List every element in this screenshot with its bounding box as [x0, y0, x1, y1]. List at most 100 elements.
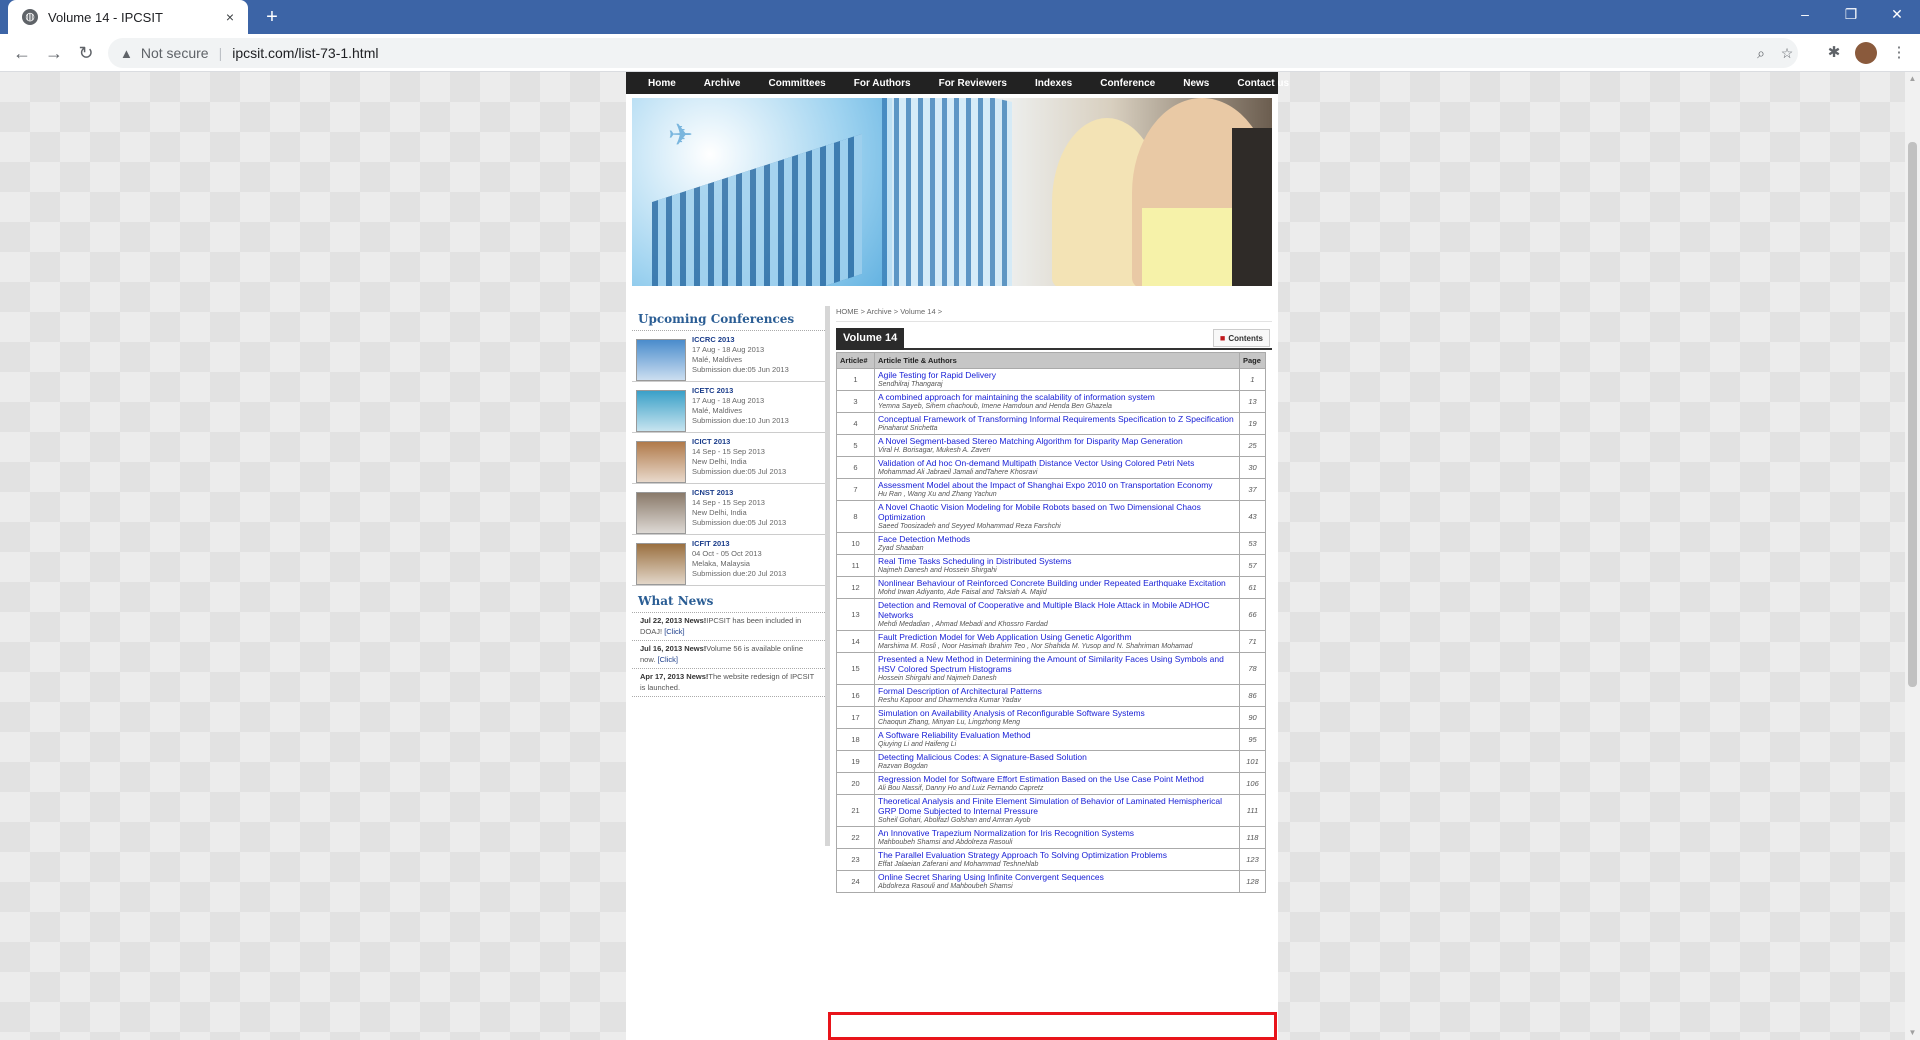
scroll-down-icon[interactable]: ▼: [1905, 1026, 1920, 1040]
article-title-link[interactable]: An Innovative Trapezium Normalization fo…: [878, 828, 1236, 838]
close-window-button[interactable]: ✕: [1874, 0, 1920, 30]
conference-dates: 17 Aug - 18 Aug 2013: [692, 396, 765, 405]
article-authors: Pinaharut Srichetta: [878, 425, 938, 432]
article-title-link[interactable]: Conceptual Framework of Transforming Inf…: [878, 414, 1236, 424]
table-row: 24 Online Secret Sharing Using Infinite C…: [836, 870, 1266, 893]
article-title-link[interactable]: Online Secret Sharing Using Infinite Con…: [878, 872, 1236, 882]
article-cell: Regression Model for Software Effort Est…: [874, 772, 1240, 795]
article-title-link[interactable]: Nonlinear Behaviour of Reinforced Concre…: [878, 578, 1236, 588]
article-cell: An Innovative Trapezium Normalization fo…: [874, 826, 1240, 849]
conference-thumbnail[interactable]: [636, 441, 686, 483]
article-title-link[interactable]: Detection and Removal of Cooperative and…: [878, 600, 1236, 620]
conference-thumbnail[interactable]: [636, 492, 686, 534]
news-item: Apr 17, 2013 News!The website redesign o…: [632, 669, 825, 697]
scroll-up-icon[interactable]: ▲: [1905, 72, 1920, 86]
article-page: 37: [1239, 478, 1266, 501]
article-authors: Mohd Irwan Adiyanto, Ade Faisal and Taks…: [878, 589, 1047, 596]
conference-name[interactable]: ICCRC 2013: [692, 335, 789, 345]
nav-contact-us[interactable]: Contact us: [1223, 78, 1303, 89]
nav-for-authors[interactable]: For Authors: [840, 78, 925, 89]
news-date: Jul 16, 2013 News!: [640, 644, 707, 653]
extensions-icon[interactable]: ✱: [1823, 42, 1845, 64]
article-title-link[interactable]: Simulation on Availability Analysis of R…: [878, 708, 1236, 718]
article-title-link[interactable]: Presented a New Method in Determining th…: [878, 654, 1236, 674]
article-num: 23: [836, 848, 875, 871]
article-authors: Mohammad Ali Jabraeil Jamali andTahere K…: [878, 469, 1038, 476]
article-cell: Agile Testing for Rapid Delivery Sendhilr…: [874, 368, 1240, 391]
browser-tab[interactable]: ◍ Volume 14 - IPCSIT ×: [8, 0, 248, 34]
address-bar[interactable]: ▲ Not secure | ipcsit.com/list-73-1.html…: [108, 38, 1798, 68]
article-title-link[interactable]: A Novel Segment-based Stereo Matching Al…: [878, 436, 1236, 446]
article-authors: Ali Bou Nassif, Danny Ho and Luiz Fernan…: [878, 785, 1044, 792]
article-title-link[interactable]: Real Time Tasks Scheduling in Distribute…: [878, 556, 1236, 566]
conference-name[interactable]: ICFIT 2013: [692, 539, 786, 549]
article-title-link[interactable]: Regression Model for Software Effort Est…: [878, 774, 1236, 784]
new-tab-button[interactable]: +: [258, 4, 286, 32]
reload-icon[interactable]: ↻: [72, 39, 100, 67]
contents-button[interactable]: ■ Contents: [1212, 329, 1270, 347]
table-row: 11 Real Time Tasks Scheduling in Distribu…: [836, 554, 1266, 577]
menu-icon[interactable]: ⋮: [1888, 42, 1910, 64]
close-tab-icon[interactable]: ×: [222, 9, 238, 25]
article-title-link[interactable]: Agile Testing for Rapid Delivery: [878, 370, 1236, 380]
conference-name[interactable]: ICICT 2013: [692, 437, 786, 447]
article-title-link[interactable]: The Parallel Evaluation Strategy Approac…: [878, 850, 1236, 860]
nav-archive[interactable]: Archive: [690, 78, 755, 89]
table-header-row: Article# Article Title & Authors Page: [836, 352, 1266, 369]
conference-location: Malé, Maldives: [692, 355, 743, 364]
article-num: 11: [836, 554, 875, 577]
article-title-link[interactable]: Formal Description of Architectural Patt…: [878, 686, 1236, 696]
article-title-link[interactable]: Assessment Model about the Impact of Sha…: [878, 480, 1236, 490]
zoom-icon[interactable]: ⌕: [1752, 44, 1770, 62]
news-click-link[interactable]: [Click]: [658, 655, 678, 664]
scrollbar-thumb[interactable]: [1908, 142, 1917, 687]
article-page: 66: [1239, 598, 1266, 631]
nav-conference[interactable]: Conference: [1086, 78, 1169, 89]
nav-for-reviewers[interactable]: For Reviewers: [925, 78, 1021, 89]
banner-building: [882, 98, 1012, 286]
news-click-link[interactable]: [Click]: [664, 627, 684, 636]
vertical-scrollbar[interactable]: ▲ ▼: [1905, 72, 1920, 1040]
nav-news[interactable]: News: [1169, 78, 1223, 89]
separator: |: [218, 45, 223, 61]
minimize-button[interactable]: –: [1782, 0, 1828, 30]
conference-thumbnail[interactable]: [636, 339, 686, 381]
nav-committees[interactable]: Committees: [754, 78, 839, 89]
article-authors: Soheil Gohari, Abolfazl Golshan and Amra…: [878, 817, 1031, 824]
conference-thumbnail[interactable]: [636, 390, 686, 432]
upcoming-conferences-title: Upcoming Conferences: [632, 306, 825, 331]
conference-name[interactable]: ICETC 2013: [692, 386, 789, 396]
conference-thumbnail[interactable]: [636, 543, 686, 585]
article-title-link[interactable]: Detecting Malicious Codes: A Signature-B…: [878, 752, 1236, 762]
nav-indexes[interactable]: Indexes: [1021, 78, 1086, 89]
conference-name[interactable]: ICNST 2013: [692, 488, 786, 498]
avatar[interactable]: [1855, 42, 1877, 64]
article-title-link[interactable]: A Software Reliability Evaluation Method: [878, 730, 1236, 740]
conference-info: ICICT 2013 14 Sep - 15 Sep 2013 New Delhi,…: [692, 437, 786, 479]
back-icon[interactable]: ←: [8, 39, 36, 67]
article-num: 10: [836, 532, 875, 555]
conference-item[interactable]: ICICT 2013 14 Sep - 15 Sep 2013 New Delhi,…: [632, 433, 825, 484]
article-page: 30: [1239, 456, 1266, 479]
forward-icon[interactable]: →: [40, 39, 68, 67]
article-title-link[interactable]: A combined approach for maintaining the …: [878, 392, 1236, 402]
table-row: 19 Detecting Malicious Codes: A Signature…: [836, 750, 1266, 773]
article-title-link[interactable]: Validation of Ad hoc On-demand Multipath…: [878, 458, 1236, 468]
article-num: 5: [836, 434, 875, 457]
article-title-link[interactable]: Face Detection Methods: [878, 534, 1236, 544]
table-row: 14 Fault Prediction Model for Web Applica…: [836, 630, 1266, 653]
article-title-link[interactable]: A Novel Chaotic Vision Modeling for Mobi…: [878, 502, 1236, 522]
conference-item[interactable]: ICCRC 2013 17 Aug - 18 Aug 2013 Malé, Mald…: [632, 331, 825, 382]
article-page: 106: [1239, 772, 1266, 795]
maximize-button[interactable]: ❐: [1828, 0, 1874, 30]
conference-item[interactable]: ICNST 2013 14 Sep - 15 Sep 2013 New Delhi,…: [632, 484, 825, 535]
article-title-link[interactable]: Theoretical Analysis and Finite Element …: [878, 796, 1236, 816]
star-icon[interactable]: ☆: [1778, 44, 1796, 62]
article-title-link[interactable]: Fault Prediction Model for Web Applicati…: [878, 632, 1236, 642]
article-authors: Zyad Shaaban: [878, 545, 924, 552]
table-row: 10 Face Detection Methods Zyad Shaaban 53: [836, 532, 1266, 555]
conference-item[interactable]: ICETC 2013 17 Aug - 18 Aug 2013 Malé, Mald…: [632, 382, 825, 433]
nav-home[interactable]: Home: [634, 78, 690, 89]
conference-item[interactable]: ICFIT 2013 04 Oct - 05 Oct 2013 Melaka, Ma…: [632, 535, 825, 586]
site-nav: Home Archive Committees For Authors For …: [626, 72, 1289, 94]
